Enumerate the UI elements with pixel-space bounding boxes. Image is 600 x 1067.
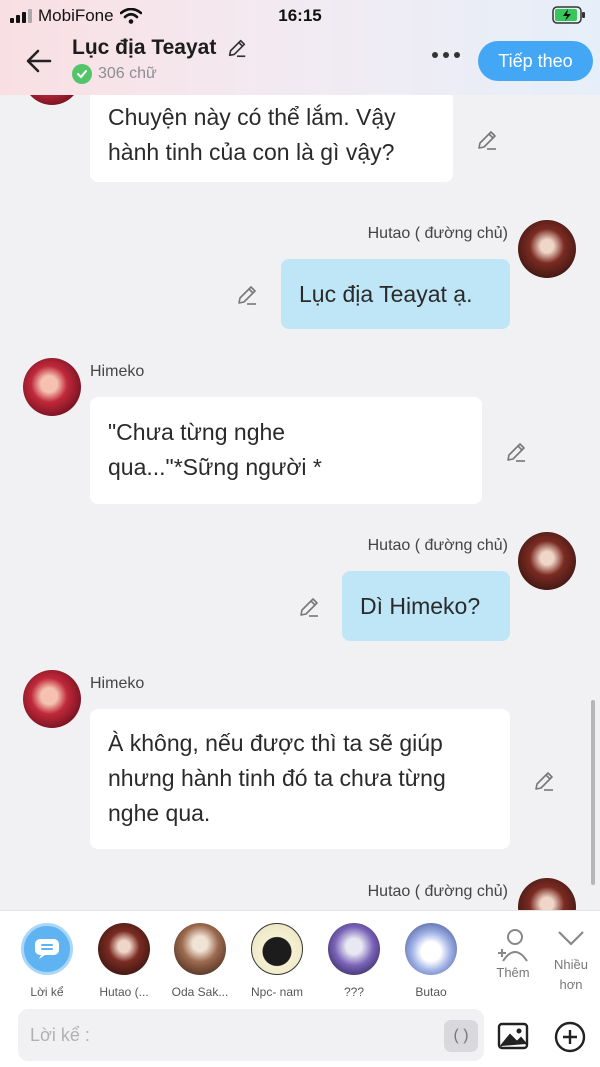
image-icon[interactable] (497, 1021, 529, 1051)
character-butao[interactable]: Butao (396, 923, 466, 999)
speaker-name: Hutao ( đường chủ) (367, 225, 508, 242)
character-npc-nam[interactable]: Npc- nam (242, 923, 312, 999)
message-line: qua..."*Sững người * (108, 454, 322, 480)
speaker-name: Hutao ( đường chủ) (367, 537, 508, 554)
message-line: À không, nếu được thì ta sẽ giúp (108, 730, 443, 756)
character-label: Butao (415, 985, 447, 999)
message-bubble[interactable]: Lục địa Teayat ạ. (281, 259, 510, 329)
character-label: Npc- nam (250, 985, 303, 999)
chat-area[interactable]: Chuyện này có thể lắm. Vậy hành tinh của… (0, 95, 600, 910)
scrollbar[interactable] (591, 700, 595, 885)
add-person-icon (498, 929, 528, 962)
top-bar: MobiFone 16:15 Lục địa Teayat 306 chữ Ti… (0, 0, 600, 95)
character-avatar (328, 923, 380, 975)
character-label: Lời kể (30, 985, 64, 999)
message-bubble[interactable]: Chuyện này có thể lắm. Vậy hành tinh của… (90, 95, 453, 182)
battery-charging-icon (552, 6, 586, 29)
word-count: 306 chữ (98, 65, 157, 82)
edit-message-icon[interactable] (504, 440, 528, 464)
speaker-name: Himeko (90, 675, 145, 692)
character-hutao[interactable]: Hutao (... (89, 923, 159, 999)
back-arrow-icon[interactable] (24, 46, 54, 76)
character-avatar (405, 923, 457, 975)
character-narrator[interactable]: Lời kể (12, 923, 82, 999)
next-button[interactable]: Tiếp theo (478, 41, 593, 81)
message-line: hành tinh của con là gì vậy? (108, 139, 395, 165)
edit-message-icon[interactable] (235, 283, 259, 307)
message-bubble[interactable]: "Chưa từng nghe qua..."*Sững người * (90, 397, 482, 504)
check-icon (72, 64, 92, 84)
story-title-area: Lục địa Teayat 306 chữ (72, 36, 248, 84)
himeko-avatar[interactable] (23, 670, 81, 728)
add-plus-icon[interactable] (554, 1021, 586, 1053)
more-characters-label: Nhiều (554, 957, 588, 972)
hutao-avatar[interactable] (518, 532, 576, 590)
message-line: nhưng hành tinh đó ta chưa từng (108, 765, 446, 791)
message-line: "Chưa từng nghe (108, 419, 286, 445)
narrator-icon (21, 923, 73, 975)
character-oda-sakunosuke[interactable]: Oda Sak... (165, 923, 235, 999)
character-label: Hutao (... (99, 985, 149, 999)
character-avatar (174, 923, 226, 975)
message-line: nghe qua. (108, 800, 211, 826)
character-label: Oda Sak... (171, 985, 229, 999)
speaker-name: Himeko (90, 363, 145, 380)
narration-input[interactable] (18, 1009, 484, 1061)
message-bubble[interactable]: À không, nếu được thì ta sẽ giúp nhưng h… (90, 709, 510, 849)
edit-message-icon[interactable] (297, 595, 321, 619)
speaker-name: Hutao ( đường chủ) (367, 883, 508, 900)
edit-message-icon[interactable] (532, 769, 556, 793)
character-bar: Lời kể Hutao (... Oda Sak... Npc- nam ??… (0, 910, 600, 1005)
message-line: Dì Himeko? (360, 593, 481, 619)
edit-message-icon[interactable] (475, 128, 499, 152)
story-title[interactable]: Lục địa Teayat (72, 36, 216, 60)
character-avatar (98, 923, 150, 975)
character-unknown[interactable]: ??? (319, 923, 389, 999)
more-characters-button[interactable]: Nhiều hơn (541, 927, 600, 995)
message-bubble[interactable]: Dì Himeko? (342, 571, 510, 641)
character-avatar (251, 923, 303, 975)
himeko-avatar[interactable] (23, 95, 81, 105)
input-bar: ( ) (0, 1005, 600, 1067)
himeko-avatar[interactable] (23, 358, 81, 416)
more-characters-label: hơn (559, 977, 583, 992)
add-character-label: Thêm (496, 965, 530, 980)
edit-title-icon[interactable] (226, 37, 248, 59)
message-line: Lục địa Teayat ạ. (299, 281, 473, 307)
message-line: Chuyện này có thể lắm. Vậy (108, 104, 396, 130)
hutao-avatar[interactable] (518, 220, 576, 278)
chevron-down-icon (558, 931, 584, 946)
clock: 16:15 (278, 6, 322, 25)
more-options-icon[interactable] (432, 52, 460, 58)
character-label: ??? (343, 985, 365, 999)
add-character-button[interactable]: Thêm (483, 927, 543, 983)
action-parentheses-button[interactable]: ( ) (444, 1020, 478, 1052)
hutao-avatar[interactable] (518, 878, 576, 910)
status-bar: MobiFone 16:15 (0, 4, 600, 28)
